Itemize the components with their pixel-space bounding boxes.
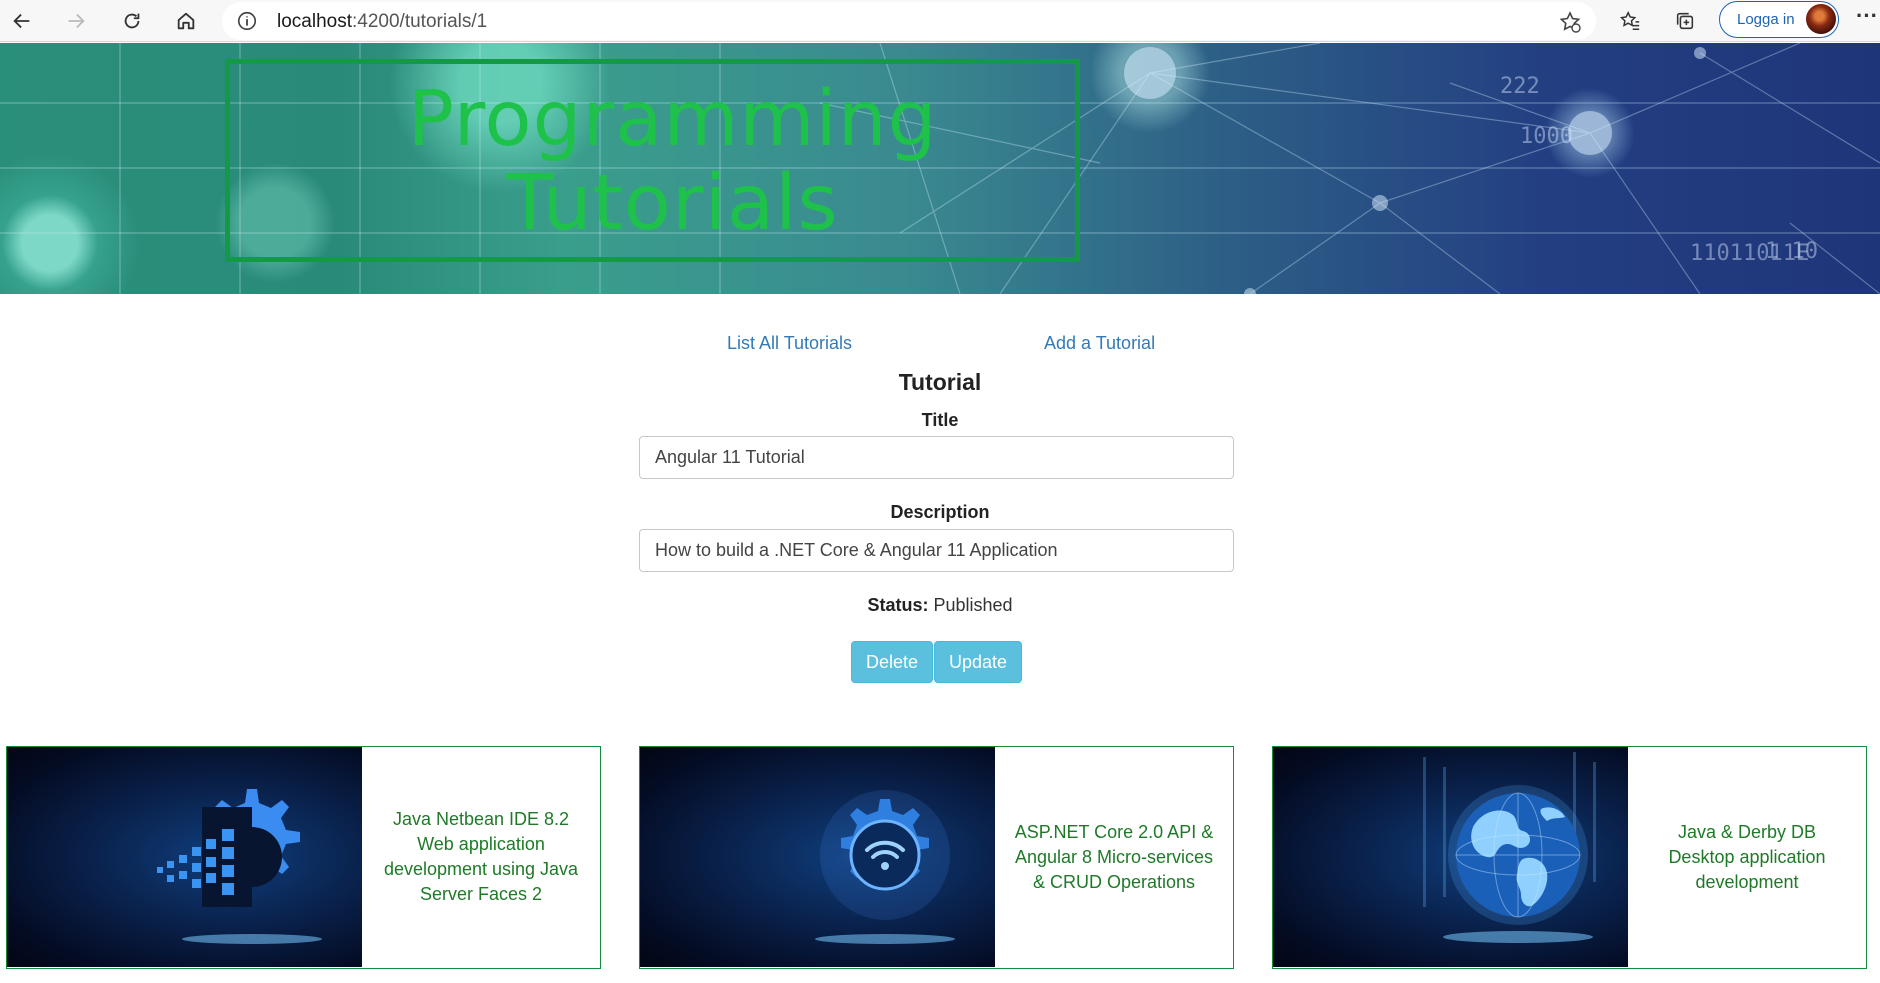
nav-list-all-tutorials[interactable]: List All Tutorials — [727, 333, 852, 354]
card-title[interactable]: ASP.NET Core 2.0 API & Angular 8 Micro-s… — [995, 747, 1233, 967]
update-button[interactable]: Update — [934, 641, 1022, 683]
site-title-line2: Tutorials — [506, 159, 839, 248]
gear-wifi-icon — [815, 790, 955, 944]
title-input[interactable] — [639, 436, 1234, 479]
home-button[interactable] — [168, 3, 204, 39]
refresh-icon — [124, 13, 140, 29]
login-button[interactable]: Logga in — [1719, 1, 1839, 38]
status-label: Status: — [867, 595, 929, 615]
card-title[interactable]: Java & Derby DB Desktop application deve… — [1628, 747, 1866, 967]
login-label: Logga in — [1737, 11, 1795, 28]
nav-add-tutorial[interactable]: Add a Tutorial — [1044, 333, 1155, 354]
card-image — [640, 747, 995, 967]
title-label: Title — [921, 410, 959, 430]
url-text[interactable]: localhost:4200/tutorials/1 — [277, 11, 487, 33]
site-title-line1: Programming — [407, 75, 938, 164]
avatar — [1806, 4, 1836, 34]
status-value: Published — [933, 595, 1013, 615]
description-label: Description — [890, 502, 990, 522]
favorites-star-icon — [1619, 11, 1640, 30]
card-image — [7, 747, 362, 967]
site-title-box: Programming Tutorials — [225, 59, 1080, 262]
browser-toolbar: localhost:4200/tutorials/1 Logga in ··· — [0, 0, 1880, 42]
back-button[interactable] — [4, 3, 40, 39]
tutorial-card[interactable]: ASP.NET Core 2.0 API & Angular 8 Micro-s… — [639, 746, 1234, 969]
svg-text:1000: 1000 — [1520, 124, 1573, 149]
url-path: :4200/tutorials/1 — [352, 11, 488, 32]
card-title[interactable]: Java Netbean IDE 8.2 Web application dev… — [362, 747, 600, 967]
favorites-button[interactable] — [1612, 3, 1648, 39]
status-line: Status: Published — [0, 595, 1880, 616]
card-image — [1273, 747, 1628, 967]
delete-button[interactable]: Delete — [851, 641, 933, 683]
site-title: Programming Tutorials — [230, 78, 1075, 246]
more-menu-button[interactable]: ··· — [1856, 3, 1880, 39]
info-icon[interactable] — [236, 10, 258, 32]
home-icon — [177, 12, 195, 30]
collections-button[interactable] — [1667, 3, 1703, 39]
forward-button[interactable] — [58, 3, 94, 39]
svg-text:1 10: 1 10 — [1765, 239, 1818, 264]
gear-pixels-icon — [157, 789, 322, 944]
tutorial-card[interactable]: Java & Derby DB Desktop application deve… — [1272, 746, 1867, 969]
globe-icon — [1423, 752, 1596, 943]
tutorial-card[interactable]: Java Netbean IDE 8.2 Web application dev… — [6, 746, 601, 969]
address-bar[interactable]: localhost:4200/tutorials/1 — [222, 2, 1596, 40]
description-input[interactable] — [639, 529, 1234, 572]
arrow-right-icon — [68, 13, 85, 29]
svg-text:222: 222 — [1500, 74, 1540, 99]
arrow-left-icon — [13, 13, 30, 29]
collections-icon — [1676, 12, 1694, 30]
add-favorite-icon[interactable] — [1558, 10, 1582, 34]
refresh-button[interactable] — [114, 3, 150, 39]
banner: 11011011E 1 10 1000 222 Programming Tutoria… — [0, 43, 1880, 294]
page-title: Tutorial — [898, 369, 982, 395]
url-host: localhost — [277, 11, 352, 32]
